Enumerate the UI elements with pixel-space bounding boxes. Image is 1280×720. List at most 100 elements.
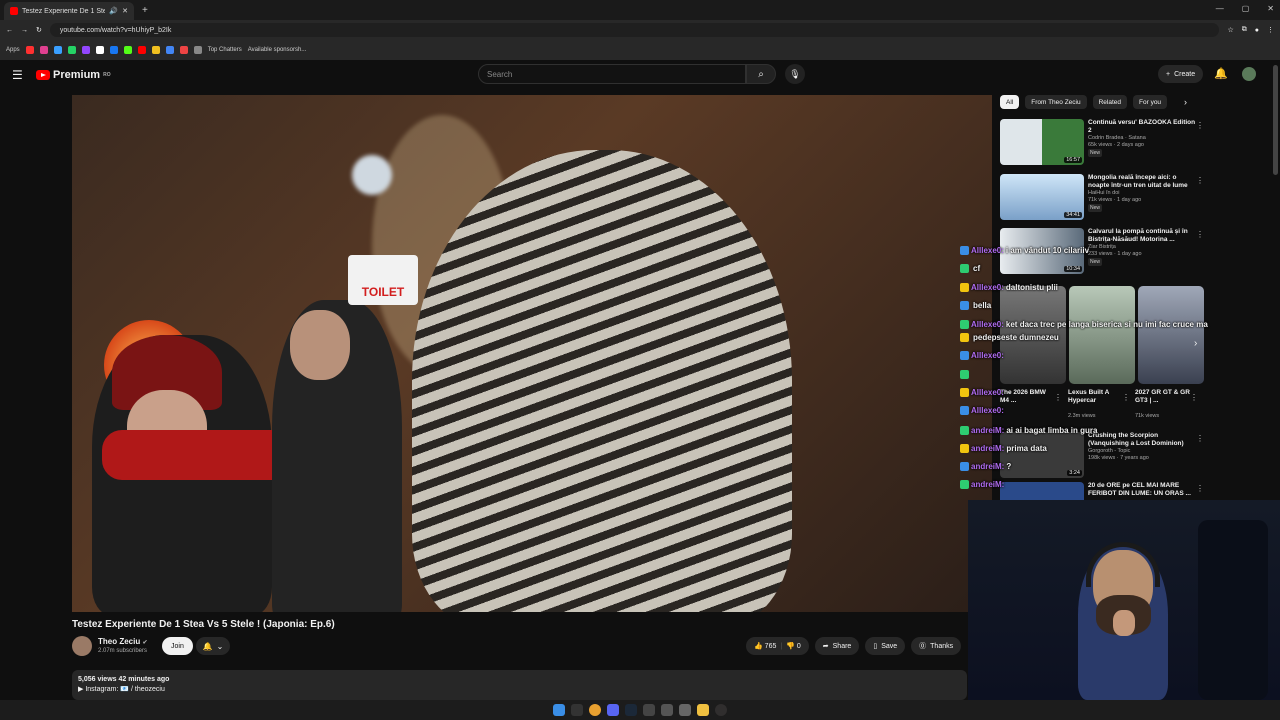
tab-title: Testez Experiente De 1 Ste bbox=[22, 7, 106, 15]
profile-icon[interactable]: ● bbox=[1255, 27, 1259, 34]
toilet-sign: TOILET bbox=[348, 255, 418, 305]
striped-hood bbox=[412, 150, 792, 612]
rec-title[interactable]: Calvarul la pompă continuă și în Bistriț… bbox=[1088, 228, 1198, 244]
microphone-icon[interactable]: 🎙 bbox=[785, 64, 805, 84]
chat-badge-icon bbox=[960, 462, 969, 471]
search-taskbar-icon[interactable] bbox=[571, 704, 583, 716]
app-icon[interactable] bbox=[643, 704, 655, 716]
bookmark-icon[interactable] bbox=[137, 46, 146, 54]
bookmark-icon[interactable] bbox=[123, 46, 132, 54]
account-avatar[interactable] bbox=[1242, 67, 1256, 81]
browser-tab[interactable]: Testez Experiente De 1 Ste 🔊 ✕ bbox=[4, 2, 134, 20]
bookmark-icon[interactable] bbox=[81, 46, 90, 54]
thanks-icon: ⓪ bbox=[919, 643, 927, 650]
reload-icon[interactable]: ↻ bbox=[36, 26, 42, 34]
thanks-button[interactable]: ⓪ Thanks bbox=[911, 637, 962, 655]
bookmark-icon[interactable] bbox=[151, 46, 160, 54]
obs-icon[interactable] bbox=[715, 704, 727, 716]
more-options-icon[interactable]: ⋮ bbox=[1196, 176, 1204, 185]
video-thumbnail[interactable]: 16:57 bbox=[1000, 119, 1084, 165]
bookmark-icon[interactable] bbox=[95, 46, 104, 54]
discord-icon[interactable] bbox=[607, 704, 619, 716]
app-icon[interactable] bbox=[679, 704, 691, 716]
create-button[interactable]: + Create bbox=[1158, 65, 1204, 83]
hamburger-menu-icon[interactable]: ☰ bbox=[12, 68, 23, 82]
bookmark-icon[interactable] bbox=[39, 46, 48, 54]
app-icon[interactable] bbox=[661, 704, 673, 716]
chat-text: bella bbox=[973, 301, 992, 310]
search-icon[interactable]: ⌕ bbox=[746, 64, 776, 84]
chat-badge-icon bbox=[960, 264, 969, 273]
bookmark-icon[interactable] bbox=[193, 46, 202, 54]
save-label: Save bbox=[881, 642, 898, 650]
page-scrollbar[interactable] bbox=[1273, 65, 1278, 175]
like-button[interactable]: 👍 765 bbox=[754, 642, 776, 650]
rec-title[interactable]: Mongolia reală începe aici: o noapte înt… bbox=[1088, 174, 1198, 190]
views-and-date: 5,056 views 42 minutes ago bbox=[78, 676, 170, 683]
join-button[interactable]: Join bbox=[162, 637, 193, 655]
chat-nick: Alllexe0: bbox=[971, 246, 1004, 255]
start-icon[interactable] bbox=[553, 704, 565, 716]
chip-from-channel[interactable]: From Theo Zeciu bbox=[1025, 95, 1087, 109]
rec-title[interactable]: Continuă versu' BAZOOKA Edition 2 bbox=[1088, 119, 1198, 135]
video-thumbnail[interactable]: 34:41 bbox=[1000, 174, 1084, 220]
address-bar[interactable]: youtube.com/watch?v=hUhiyP_b2Ik bbox=[49, 23, 1220, 37]
youtube-logo[interactable]: Premium RO bbox=[36, 69, 111, 81]
bookmark-icon[interactable] bbox=[67, 46, 76, 54]
close-tab-icon[interactable]: ✕ bbox=[122, 7, 128, 15]
more-options-icon[interactable]: ⋮ bbox=[1196, 121, 1204, 130]
chat-message: Alllexe0: bbox=[960, 406, 1006, 415]
recommendation-item[interactable]: 34:41 Mongolia reală începe aici: o noap… bbox=[1000, 174, 1250, 224]
channel-name[interactable]: Theo Zeciu ✔ bbox=[98, 637, 148, 646]
chat-nick: Alllexe0: bbox=[971, 388, 1004, 397]
forward-icon[interactable]: → bbox=[21, 27, 28, 34]
available-sponsorship-bookmark[interactable]: Available sponsorsh... bbox=[248, 47, 307, 53]
top-chatters-bookmark[interactable]: Top Chatters bbox=[208, 47, 242, 53]
bookmark-icon[interactable] bbox=[109, 46, 118, 54]
chrome-icon[interactable] bbox=[589, 704, 601, 716]
browser-menu-icon[interactable]: ⋮ bbox=[1267, 26, 1274, 34]
speaker-icon: 🔊 bbox=[109, 8, 119, 15]
chip-related[interactable]: Related bbox=[1092, 95, 1128, 109]
dislike-button[interactable]: 👎 0 bbox=[786, 642, 801, 650]
save-button[interactable]: ▯ Save bbox=[865, 637, 906, 655]
extensions-icon[interactable]: ⧉ bbox=[1242, 26, 1247, 34]
chat-message: andreiM: bbox=[960, 480, 1006, 489]
description-line: ▶ Instagram: 📧 / theozeciu bbox=[78, 686, 165, 693]
chat-badge-icon bbox=[960, 426, 969, 435]
chat-text: ai ai bagat limba in gura bbox=[1006, 426, 1098, 435]
maximize-icon[interactable]: ▢ bbox=[1242, 4, 1250, 13]
back-icon[interactable]: ← bbox=[6, 27, 13, 34]
chat-badge-icon bbox=[960, 444, 969, 453]
close-window-icon[interactable]: ✕ bbox=[1267, 4, 1274, 13]
minimize-icon[interactable]: — bbox=[1216, 4, 1224, 13]
video-player[interactable]: TOILET bbox=[72, 95, 992, 612]
bookmark-icon[interactable] bbox=[165, 46, 174, 54]
steam-icon[interactable] bbox=[625, 704, 637, 716]
share-button[interactable]: ➦ Share bbox=[814, 637, 860, 655]
chat-text: i am vândut 10 cilariiv bbox=[1005, 246, 1090, 255]
description-box[interactable]: 5,056 views 42 minutes ago ▶ Instagram: … bbox=[72, 670, 967, 700]
apps-bookmark[interactable]: Apps bbox=[6, 47, 20, 53]
chip-all[interactable]: All bbox=[1000, 95, 1020, 109]
channel-avatar[interactable] bbox=[72, 636, 92, 656]
new-tab-button[interactable]: + bbox=[142, 5, 148, 16]
folder-icon[interactable] bbox=[697, 704, 709, 716]
new-badge: New bbox=[1088, 204, 1103, 212]
recommendation-item[interactable]: 16:57 Continuă versu' BAZOOKA Edition 2 … bbox=[1000, 119, 1250, 169]
chat-message: Alllexe0: i am vândut 10 cilariiv bbox=[960, 246, 1089, 255]
star-icon[interactable]: ☆ bbox=[1227, 26, 1233, 34]
bookmark-icon[interactable] bbox=[25, 46, 34, 54]
bookmark-icon[interactable] bbox=[179, 46, 188, 54]
chip-for-you[interactable]: For you bbox=[1133, 95, 1168, 109]
rec-channel[interactable]: HaiHui în doi bbox=[1088, 190, 1198, 197]
chat-badge-icon bbox=[960, 406, 969, 415]
more-options-icon[interactable]: ⋮ bbox=[1196, 230, 1204, 239]
chevron-right-icon[interactable]: › bbox=[1184, 97, 1187, 107]
search-input[interactable]: Search bbox=[478, 64, 746, 84]
subscription-bell-button[interactable]: 🔔 ⌄ bbox=[196, 637, 230, 655]
notifications-bell-icon[interactable]: 🔔 bbox=[1214, 67, 1228, 80]
rec-channel[interactable]: Codrin Bradea · Satana bbox=[1088, 135, 1198, 142]
duration-badge: 34:41 bbox=[1064, 212, 1082, 218]
bookmark-icon[interactable] bbox=[53, 46, 62, 54]
